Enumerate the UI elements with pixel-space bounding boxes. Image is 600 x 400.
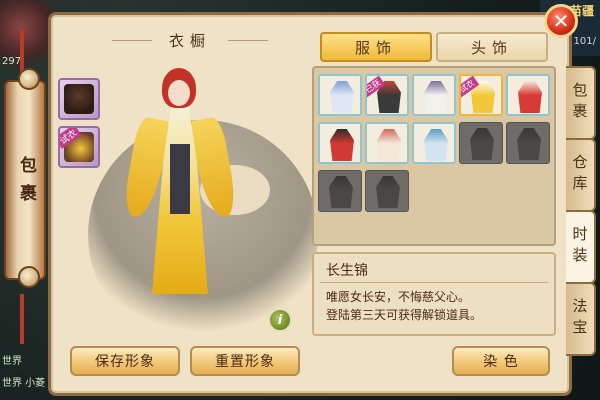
bag-scroll[interactable]: 包裹 [4,68,46,288]
outfit-cell[interactable] [365,170,409,212]
side-tab-label: 包裹 [570,82,589,124]
outfit-cell[interactable] [412,74,456,116]
dye-button[interactable]: 染 色 [452,346,550,376]
tab-clothing[interactable]: 服饰 [320,32,432,62]
close-button[interactable]: ✕ [544,4,578,38]
side-tab-storage[interactable]: 仓库 [566,138,596,212]
outfit-cell[interactable] [412,122,456,164]
item-desc-line-1: 唯愿女长安，不悔慈父心。 [326,290,471,304]
save-look-button[interactable]: 保存形象 [70,346,180,376]
outfit-cell[interactable] [318,170,362,212]
item-description-box: 长生锦 唯愿女长安，不悔慈父心。 登陆第三天可获得解锁道具。 [312,252,556,336]
scroll-tassel-bottom [20,294,24,344]
reset-look-button[interactable]: 重置形象 [190,346,300,376]
outfit-thumbnail [377,129,401,161]
hair-slot[interactable] [58,78,100,120]
chat-line-2[interactable]: 世界 小菱 [2,374,45,389]
outfit-cell[interactable] [506,122,550,164]
side-tab-label: 仓库 [570,154,589,196]
side-tab-label: 时装 [570,226,589,268]
outfit-cell[interactable] [318,122,362,164]
side-tab-fashion[interactable]: 时装 [566,210,596,284]
outfit-thumbnail [424,129,448,161]
outfit-cell[interactable]: 试衣 [459,74,503,116]
outfit-thumbnail [518,81,542,113]
wardrobe-title: 衣橱 [168,32,211,50]
outfit-thumbnail [470,128,494,160]
hair-thumb [64,84,94,114]
title-ornament-left [112,40,152,41]
outfit-thumbnail [329,176,353,208]
outfit-thumbnail [424,81,448,113]
map-level: 101/ [573,36,596,47]
outfit-thumbnail [517,128,541,160]
outfit-cell[interactable] [365,122,409,164]
tab-headwear[interactable]: 头饰 [436,32,548,62]
scroll-knob-top [18,68,40,90]
outfit-cell[interactable]: 已获 [365,74,409,116]
outfit-cell[interactable] [459,122,503,164]
outfit-thumbnail [376,176,400,208]
description-divider [320,282,548,283]
side-tab-label: 法宝 [570,298,589,340]
item-name: 长生锦 [326,263,368,279]
outfit-thumbnail [330,129,354,161]
side-tab-bag[interactable]: 包裹 [566,66,596,140]
left-level-text: 297 [2,56,22,67]
title-ornament-right [228,40,268,41]
bag-scroll-label: 包裹 [20,156,37,204]
character-model[interactable] [121,68,240,320]
character-face [168,80,190,106]
outfit-cell[interactable] [318,74,362,116]
scroll-knob-bottom [18,266,40,288]
character-sash [170,144,190,214]
outfit-thumbnail [330,81,354,113]
headwear-slot[interactable]: 试衣 [58,126,100,168]
outfit-cell[interactable] [506,74,550,116]
item-desc-line-2: 登陆第三天可获得解锁道具。 [326,308,483,322]
side-tab-treasure[interactable]: 法宝 [566,282,596,356]
info-button[interactable]: i [268,308,292,332]
chat-line-1[interactable]: 世界 [2,352,22,367]
info-icon: i [277,312,283,328]
close-icon: ✕ [552,9,570,33]
